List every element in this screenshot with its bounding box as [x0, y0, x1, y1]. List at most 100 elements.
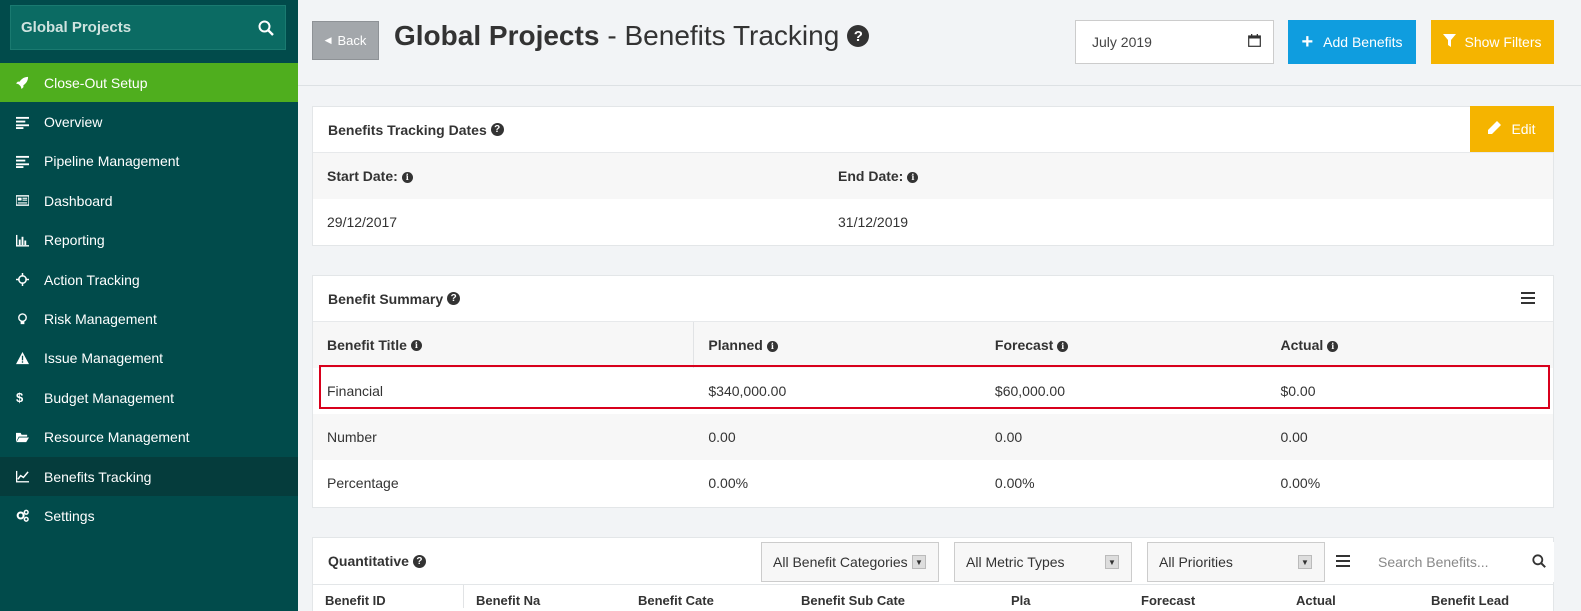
sidebar-item-label: Reporting	[44, 232, 105, 249]
col-benefit-name[interactable]: Benefit Na	[463, 585, 626, 608]
sidebar-item-label: Settings	[44, 507, 95, 524]
col-forecast[interactable]: Forecast	[1129, 585, 1284, 608]
priorities-select[interactable]: All Priorities ▼	[1147, 542, 1325, 582]
quantitative-column-headers: Benefit ID Benefit Na Benefit Cate Benef…	[313, 584, 1553, 608]
quantitative-header: Quantitative ? All Benefit Categories ▼ …	[313, 538, 1554, 584]
info-circle-icon[interactable]: i	[1327, 340, 1339, 352]
back-label: Back	[337, 33, 367, 48]
col-benefit-title[interactable]: Benefit Title i	[313, 322, 695, 368]
start-date-label: Start Date: i	[313, 168, 824, 184]
sidebar-nav: Close-Out Setup Overview Pipeline Manage…	[0, 63, 298, 536]
info-circle-icon[interactable]: i	[766, 340, 778, 352]
sidebar-item-label: Overview	[44, 114, 103, 131]
sidebar-item-dashboard[interactable]: Dashboard	[0, 181, 298, 220]
search-icon[interactable]	[1532, 554, 1546, 571]
benefit-summary-title: Benefit Summary	[328, 290, 444, 307]
sidebar-item-reporting[interactable]: Reporting	[0, 221, 298, 260]
col-benefit-title-text: Benefit Title	[327, 337, 407, 353]
search-benefits-placeholder: Search Benefits...	[1378, 554, 1489, 570]
table-row[interactable]: Percentage 0.00% 0.00% 0.00%	[313, 460, 1553, 506]
cell-title: Percentage	[327, 475, 399, 491]
info-circle-icon[interactable]: i	[907, 171, 919, 183]
col-planned[interactable]: Pla	[999, 585, 1129, 608]
sidebar-item-settings[interactable]: Settings	[0, 496, 298, 535]
info-circle-icon[interactable]: i	[401, 171, 413, 183]
col-planned-text: Pla	[1011, 593, 1031, 608]
sidebar-item-action-tracking[interactable]: Action Tracking	[0, 260, 298, 299]
hamburger-menu-icon[interactable]	[1521, 292, 1535, 304]
sidebar-item-issue-management[interactable]: Issue Management	[0, 339, 298, 378]
sidebar-item-pipeline-management[interactable]: Pipeline Management	[0, 142, 298, 181]
col-actual[interactable]: Actual i	[1266, 337, 1553, 353]
question-circle-icon[interactable]: ?	[847, 25, 870, 47]
end-date-label-text: End Date:	[838, 168, 904, 184]
sidebar-item-overview[interactable]: Overview	[0, 102, 298, 141]
col-benefit-name-text: Benefit Na	[476, 593, 541, 608]
table-row[interactable]: Financial $340,000.00 $60,000.00 $0.00	[313, 368, 1553, 414]
pencil-icon	[1488, 121, 1502, 137]
hamburger-menu-icon[interactable]	[1336, 555, 1350, 567]
cell-planned: $340,000.00	[708, 383, 787, 399]
cell-forecast: 0.00	[994, 429, 1023, 445]
filter-icon	[1443, 34, 1457, 50]
metric-types-select[interactable]: All Metric Types ▼	[954, 542, 1132, 582]
cell-forecast: 0.00%	[994, 475, 1035, 491]
plus-icon: +	[1301, 31, 1314, 53]
question-circle-icon[interactable]: ?	[412, 554, 426, 568]
sidebar-item-label: Dashboard	[44, 192, 113, 209]
benefit-summary-header: Benefit Summary ?	[313, 276, 1553, 322]
col-benefit-id[interactable]: Benefit ID	[313, 585, 463, 608]
sidebar-search-text: Global Projects	[21, 19, 132, 36]
col-benefit-sub-category-text: Benefit Sub Cate	[801, 593, 906, 608]
date-picker[interactable]: July 2019	[1075, 20, 1274, 64]
col-benefit-category[interactable]: Benefit Cate	[626, 585, 789, 608]
bar-chart-icon	[16, 234, 44, 247]
col-benefit-sub-category[interactable]: Benefit Sub Cate	[789, 585, 999, 608]
cell-actual: $0.00	[1280, 383, 1316, 399]
question-circle-icon[interactable]: ?	[447, 292, 461, 305]
sidebar-item-budget-management[interactable]: $ Budget Management	[0, 378, 298, 417]
header-divider	[298, 85, 1581, 86]
calendar-icon[interactable]	[1248, 34, 1261, 50]
search-icon[interactable]	[257, 19, 275, 37]
align-left-icon	[16, 116, 44, 129]
col-forecast-text: Forecast	[1141, 593, 1196, 608]
back-button[interactable]: ◀ Back	[312, 21, 379, 60]
caret-down-icon: ▼	[912, 555, 926, 569]
info-circle-icon[interactable]: i	[410, 339, 422, 351]
sidebar-item-label: Action Tracking	[44, 271, 140, 288]
col-planned[interactable]: Planned i	[694, 337, 981, 353]
info-circle-icon[interactable]: i	[1057, 340, 1069, 352]
col-forecast[interactable]: Forecast i	[981, 337, 1267, 353]
search-benefits-input[interactable]: Search Benefits...	[1366, 542, 1554, 582]
col-benefit-category-text: Benefit Cate	[638, 593, 714, 608]
quantitative-title: Quantitative	[328, 553, 409, 569]
page-title-section: - Benefits Tracking	[607, 20, 840, 51]
cell-title: Number	[327, 429, 377, 445]
col-benefit-lead[interactable]: Benefit Lead	[1419, 585, 1549, 608]
gears-icon	[16, 509, 44, 523]
edit-button[interactable]: Edit	[1470, 106, 1554, 152]
benefit-categories-select[interactable]: All Benefit Categories ▼	[761, 542, 939, 582]
benefit-categories-value: All Benefit Categories	[773, 554, 908, 570]
question-circle-icon[interactable]: ?	[490, 123, 504, 136]
dollar-icon: $	[16, 390, 24, 406]
benefits-dates-header: Benefits Tracking Dates ? Edit	[313, 106, 1554, 153]
sidebar-item-close-out-setup[interactable]: Close-Out Setup	[0, 63, 298, 103]
cell-actual: 0.00	[1280, 429, 1308, 445]
sidebar-search[interactable]: Global Projects	[10, 5, 286, 50]
sidebar-item-risk-management[interactable]: Risk Management	[0, 299, 298, 338]
start-date-value: 29/12/2017	[327, 214, 398, 230]
table-row[interactable]: Number 0.00 0.00 0.00	[313, 414, 1553, 460]
add-benefits-button[interactable]: + Add Benefits	[1288, 20, 1416, 64]
sidebar-item-label: Issue Management	[44, 350, 164, 367]
sidebar-item-resource-management[interactable]: Resource Management	[0, 418, 298, 457]
cell-actual: 0.00%	[1280, 475, 1321, 491]
show-filters-button[interactable]: Show Filters	[1431, 20, 1554, 64]
benefit-summary-panel: Benefit Summary ? Benefit Title i Planned…	[312, 275, 1554, 508]
sidebar-item-label: Resource Management	[44, 429, 190, 446]
newspaper-icon	[16, 194, 44, 207]
col-actual[interactable]: Actual	[1284, 585, 1419, 608]
sidebar-item-benefits-tracking[interactable]: Benefits Tracking	[0, 456, 298, 497]
col-actual-text: Actual	[1296, 593, 1336, 608]
